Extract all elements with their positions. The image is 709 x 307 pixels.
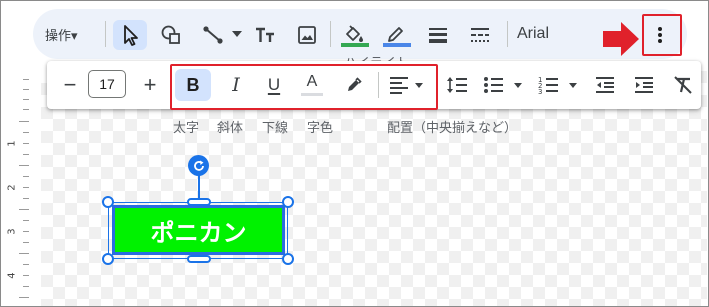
line-dash-icon: [471, 28, 489, 42]
ruler-tick: [23, 176, 29, 177]
ruler-tick: [23, 89, 29, 90]
operation-menu-button[interactable]: 操作▾: [45, 22, 78, 46]
rotation-stem: [198, 173, 200, 201]
align-caption: 配置（中央揃えなど）: [387, 121, 518, 136]
ruler-number: 4: [6, 272, 18, 279]
increase-font-size-button[interactable]: +: [139, 72, 161, 97]
ruler-tick: [19, 165, 29, 166]
red-arrow-icon: [603, 22, 639, 56]
line-weight-icon: [429, 28, 447, 43]
increase-indent-button[interactable]: [630, 71, 658, 99]
toolbar-divider: [105, 21, 106, 47]
line-dropdown-button[interactable]: [230, 27, 244, 41]
underline-caption: 下線: [262, 121, 289, 136]
select-tool-button[interactable]: [113, 20, 147, 50]
ruler-tick: [23, 154, 29, 155]
ruler-tick: [23, 286, 29, 287]
operation-menu-label: 操作▾: [45, 28, 78, 44]
rotate-handle[interactable]: [188, 155, 209, 176]
formatting-group-highlight: [170, 64, 438, 110]
line-icon: [203, 26, 223, 44]
shapes-icon: [161, 25, 180, 44]
italic-caption: 斜体: [217, 121, 244, 136]
caret-down-icon: [232, 31, 242, 37]
resize-handle-bottom-right[interactable]: [282, 253, 294, 265]
ruler-tick: [23, 132, 29, 133]
font-size-input[interactable]: 17: [88, 70, 126, 98]
ruler-number: 2: [6, 184, 18, 191]
toolbar-divider: [507, 21, 508, 47]
text-color-caption: 字色: [307, 121, 334, 136]
ruler-tick: [23, 220, 29, 221]
rotate-icon: [193, 160, 204, 171]
ruler-number: 1: [6, 140, 18, 147]
decrease-indent-button[interactable]: [591, 71, 619, 99]
line-tool-button[interactable]: [199, 21, 227, 49]
font-family-select[interactable]: Arial: [517, 22, 549, 46]
resize-handle-bottom[interactable]: [187, 255, 211, 263]
decrease-font-size-button[interactable]: −: [59, 72, 81, 97]
ruler-tick: [23, 109, 29, 110]
ruler-tick: [23, 187, 29, 188]
bulleted-list-icon: [484, 77, 522, 93]
bold-caption: 太字: [173, 121, 200, 136]
line-weight-button[interactable]: [423, 21, 453, 49]
shape-tool-button[interactable]: [157, 21, 185, 49]
app-window: 1 2 3 4 操作▾ Arial − 17 + B I U A 1 2 3 太…: [0, 0, 709, 307]
ruler-tick: [23, 143, 29, 144]
pencil-icon: [388, 27, 403, 42]
ruler-tick: [23, 275, 29, 276]
fill-bucket-icon: [346, 25, 363, 42]
clear-formatting-button[interactable]: [669, 71, 697, 99]
ruler-tick: [23, 242, 29, 243]
numbered-list-icon: 1 2 3: [538, 76, 577, 95]
increase-indent-icon: [635, 77, 653, 93]
image-icon: [298, 26, 316, 44]
vertical-ruler: 1 2 3 4: [1, 71, 42, 306]
resize-handle-top[interactable]: [187, 198, 211, 206]
ruler-tick: [23, 79, 29, 80]
font-family-label: Arial: [517, 25, 550, 42]
toolbar-divider: [330, 21, 331, 47]
numbered-list-button[interactable]: 1 2 3: [538, 71, 584, 99]
ruler-tick: [19, 253, 29, 254]
clear-formatting-icon: [674, 76, 692, 94]
ruler-tick: [23, 231, 29, 232]
cursor-arrow-icon: [124, 25, 138, 46]
ruler-tick: [23, 264, 29, 265]
more-options-highlight: [642, 14, 682, 56]
svg-text:3: 3: [538, 88, 542, 95]
ruler-tick: [19, 297, 29, 298]
resize-handle-bottom-left[interactable]: [102, 253, 114, 265]
ruler-number: 3: [6, 228, 18, 235]
text-box-button[interactable]: [251, 21, 279, 49]
resize-handle-top-right[interactable]: [282, 196, 294, 208]
line-spacing-icon: [447, 77, 467, 93]
line-color-swatch: [383, 43, 411, 47]
ruler-tick: [23, 99, 29, 100]
fill-color-swatch: [341, 43, 369, 47]
text-box-icon: [256, 27, 274, 42]
ruler-tick: [19, 121, 29, 122]
line-spacing-button[interactable]: [443, 71, 471, 99]
resize-handle-top-left[interactable]: [102, 196, 114, 208]
insert-image-button[interactable]: [293, 21, 321, 49]
bulleted-list-button[interactable]: [483, 71, 529, 99]
ruler-tick: [19, 209, 29, 210]
line-dash-button[interactable]: [465, 21, 495, 49]
selected-shape[interactable]: ポニカン: [112, 205, 285, 255]
decrease-indent-icon: [596, 77, 614, 93]
ruler-tick: [23, 198, 29, 199]
